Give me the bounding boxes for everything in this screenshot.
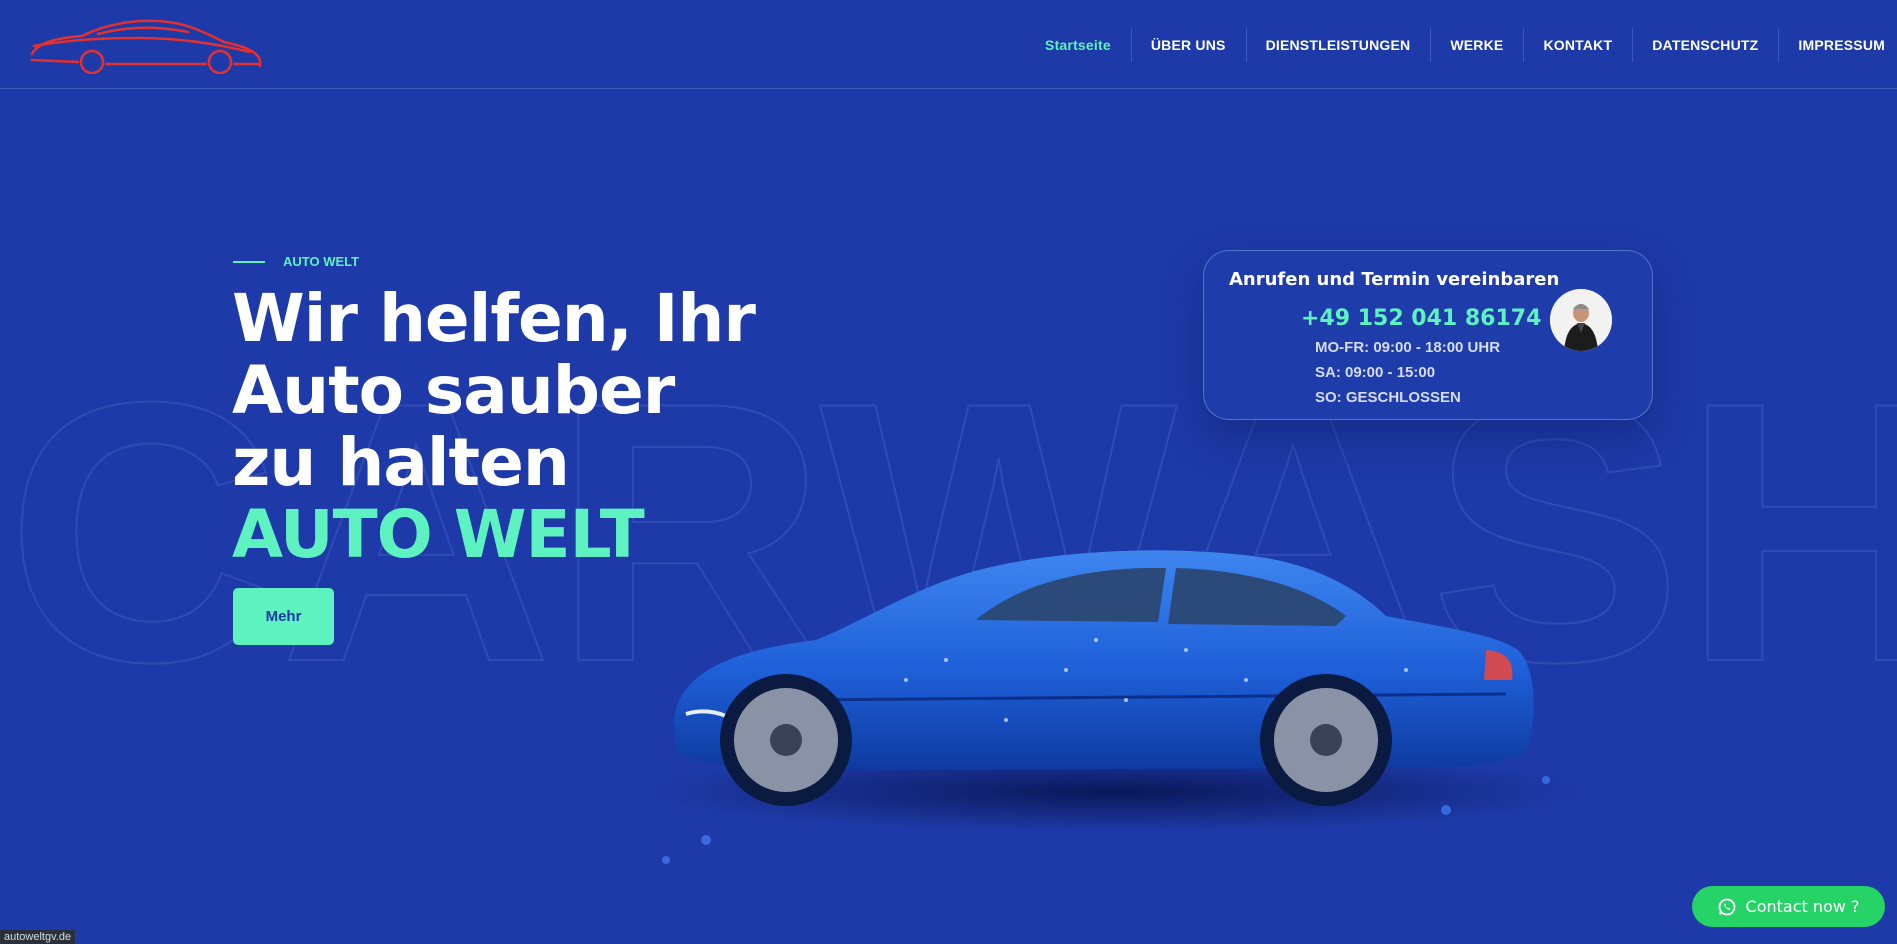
card-title: Anrufen und Termin vereinbaren <box>1229 269 1560 290</box>
hero-eyebrow: AUTO WELT <box>233 254 359 269</box>
eyebrow-line <box>233 260 265 263</box>
whatsapp-icon <box>1718 898 1735 915</box>
nav-item-werke[interactable]: WERKE <box>1430 0 1523 89</box>
nav-item-impressum[interactable]: IMPRESSUM <box>1778 0 1887 89</box>
hero-title: Wir helfen, Ihr Auto sauber zu halten AU… <box>232 283 792 571</box>
whatsapp-label: Contact now ? <box>1745 897 1860 916</box>
nav-item-dienstleistungen[interactable]: DIENSTLEISTUNGEN <box>1245 0 1431 89</box>
car-logo-icon[interactable] <box>28 16 264 74</box>
whatsapp-contact-button[interactable]: Contact now ? <box>1692 886 1885 927</box>
nav-item-kontakt[interactable]: KONTAKT <box>1523 0 1632 89</box>
hours-sunday: SO: GESCHLOSSEN <box>1315 389 1461 406</box>
nav-item-startseite[interactable]: Startseite <box>1025 0 1131 89</box>
main-nav: Startseite ÜBER UNS DIENSTLEISTUNGEN WER… <box>1025 0 1887 89</box>
hero-title-line: Auto sauber <box>232 352 675 429</box>
contact-card: Anrufen und Termin vereinbaren +49 152 0… <box>1203 250 1653 420</box>
site-header: Startseite ÜBER UNS DIENSTLEISTUNGEN WER… <box>0 0 1897 89</box>
eyebrow-text: AUTO WELT <box>283 254 360 269</box>
hours-saturday: SA: 09:00 - 15:00 <box>1315 364 1436 381</box>
hero-title-line: zu halten <box>232 424 570 501</box>
hours-weekdays: MO-FR: 09:00 - 18:00 UHR <box>1315 339 1501 356</box>
nav-item-datenschutz[interactable]: DATENSCHUTZ <box>1632 0 1778 89</box>
mehr-button[interactable]: Mehr <box>233 588 334 645</box>
status-url: autoweltgv.de <box>0 930 76 944</box>
rear-wheel <box>1260 674 1392 806</box>
hero-title-line: Wir helfen, Ihr <box>232 280 756 357</box>
avatar <box>1550 289 1612 351</box>
nav-item-ueber-uns[interactable]: ÜBER UNS <box>1130 0 1246 89</box>
front-wheel <box>720 674 852 806</box>
phone-number-link[interactable]: +49 152 041 86174 <box>1301 306 1541 331</box>
car-image <box>646 550 1586 864</box>
